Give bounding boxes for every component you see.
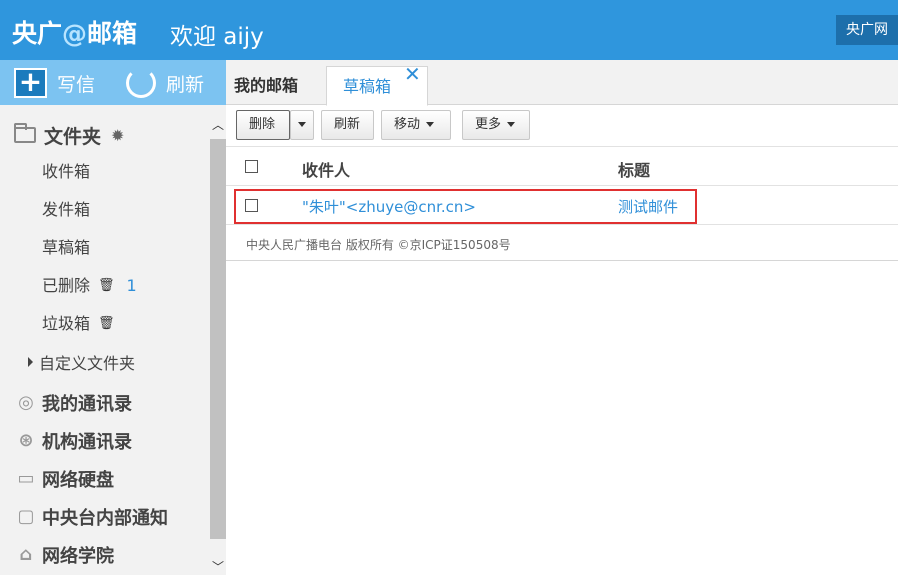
more-label: 更多 [475, 117, 502, 132]
org-icon: ⊛ [18, 430, 34, 451]
compose-label: 写信 [57, 73, 96, 96]
folder-label: 草稿箱 [42, 238, 91, 257]
app-logo[interactable]: 央广@邮箱 [12, 14, 137, 50]
scroll-thumb[interactable] [210, 139, 226, 539]
logo-text-suffix: 邮箱 [87, 19, 138, 48]
main-panel: 我的邮箱 草稿箱 ✕ 删除 刷新 移动 更多 收件人 标题 "朱叶"<zhuye… [226, 60, 898, 575]
home-icon: ⌂ [19, 544, 33, 565]
tab-my-mailbox[interactable]: 我的邮箱 [234, 66, 298, 105]
folder-icon [14, 123, 36, 143]
top-header: 央广@邮箱 欢迎 aijy 央广网 [0, 0, 898, 60]
sidebar-actions: + 写信 刷新 [0, 60, 226, 105]
nav-org-contacts[interactable]: ⊛ 机构通讯录 [16, 428, 132, 454]
delete-dropdown-button[interactable] [290, 110, 314, 140]
chat-icon: ▢ [17, 506, 35, 527]
footer: 中央人民广播电台 版权所有 ©京ICP证150508号 [226, 226, 898, 261]
move-button[interactable]: 移动 [381, 110, 451, 140]
folder-drafts[interactable]: 草稿箱 [42, 236, 90, 260]
logo-text-prefix: 央广 [12, 19, 63, 48]
logo-at: @ [62, 19, 88, 48]
gear-icon[interactable]: ✹ [111, 126, 124, 145]
expand-triangle-icon [28, 357, 33, 367]
chevron-down-icon [298, 122, 306, 127]
sidebar-scrollbar[interactable]: ︿ ﹀ [210, 117, 226, 575]
folder-inbox[interactable]: 收件箱 [42, 160, 90, 184]
welcome-text: 欢迎 aijy [170, 24, 264, 50]
column-recipient: 收件人 [302, 161, 351, 180]
folder-label: 收件箱 [42, 162, 91, 181]
contact-icon: ◎ [18, 392, 34, 413]
close-icon[interactable]: ✕ [404, 62, 421, 86]
plus-icon: + [14, 68, 47, 98]
nav-internal-notice[interactable]: ▢ 中央台内部通知 [16, 504, 168, 530]
folders-title: 文件夹 [44, 125, 102, 148]
trash-icon[interactable]: 🗑 [98, 312, 115, 336]
chevron-down-icon [507, 122, 516, 127]
more-button[interactable]: 更多 [462, 110, 530, 140]
custom-folders-label: 自定义文件夹 [39, 354, 136, 373]
nav-network-disk[interactable]: ▭ 网络硬盘 [16, 466, 114, 492]
refresh-icon [126, 68, 156, 98]
folder-sent[interactable]: 发件箱 [42, 198, 90, 222]
nav-label: 中央台内部通知 [42, 508, 168, 529]
toolbar: 删除 刷新 移动 更多 [226, 105, 898, 145]
chevron-down-icon [426, 122, 435, 127]
row-checkbox[interactable] [245, 199, 258, 212]
folder-label: 发件箱 [42, 200, 91, 219]
nav-my-contacts[interactable]: ◎ 我的通讯录 [16, 390, 132, 416]
folder-deleted[interactable]: 已删除 🗑 1 [42, 274, 137, 298]
nav-network-academy[interactable]: ⌂ 网络学院 [16, 542, 114, 568]
folder-label: 垃圾箱 [42, 314, 91, 333]
refresh-label: 刷新 [166, 73, 205, 96]
subject-cell[interactable]: 测试邮件 [618, 196, 678, 217]
nav-label: 机构通讯录 [42, 432, 132, 453]
refresh-button[interactable]: 刷新 [126, 68, 204, 98]
copyright-text: 中央人民广播电台 版权所有 ©京ICP证150508号 [246, 238, 511, 252]
scroll-down-icon[interactable]: ﹀ [210, 559, 226, 575]
cnr-site-link[interactable]: 央广网 [836, 15, 898, 45]
nav-label: 我的通讯录 [42, 394, 132, 415]
custom-folders-toggle[interactable]: 自定义文件夹 [28, 350, 135, 374]
compose-button[interactable]: + 写信 [14, 68, 95, 98]
select-all-checkbox[interactable] [245, 160, 258, 173]
deleted-count: 1 [126, 276, 137, 295]
table-row[interactable]: "朱叶"<zhuye@cnr.cn> 测试邮件 [226, 187, 898, 225]
folder-label: 已删除 [42, 276, 91, 295]
scroll-up-icon[interactable]: ︿ [210, 117, 226, 133]
sidebar: + 写信 刷新 文件夹 ✹ 收件箱 发件箱 草稿箱 已删除 🗑 1 垃圾箱 🗑 … [0, 60, 226, 575]
tab-bar: 我的邮箱 草稿箱 ✕ [226, 60, 898, 106]
column-subject: 标题 [618, 161, 651, 180]
folder-spam[interactable]: 垃圾箱 🗑 [42, 312, 115, 336]
delete-button[interactable]: 删除 [236, 110, 290, 140]
move-label: 移动 [394, 117, 421, 132]
trash-icon[interactable]: 🗑 [98, 274, 115, 298]
refresh-list-button[interactable]: 刷新 [321, 110, 374, 140]
folders-header: 文件夹 ✹ [14, 122, 124, 148]
table-header: 收件人 标题 [226, 146, 898, 186]
disk-icon: ▭ [17, 468, 35, 489]
tab-drafts-label: 草稿箱 [343, 77, 392, 96]
nav-label: 网络学院 [42, 546, 114, 567]
recipient-cell[interactable]: "朱叶"<zhuye@cnr.cn> [302, 196, 476, 217]
nav-label: 网络硬盘 [42, 470, 114, 491]
